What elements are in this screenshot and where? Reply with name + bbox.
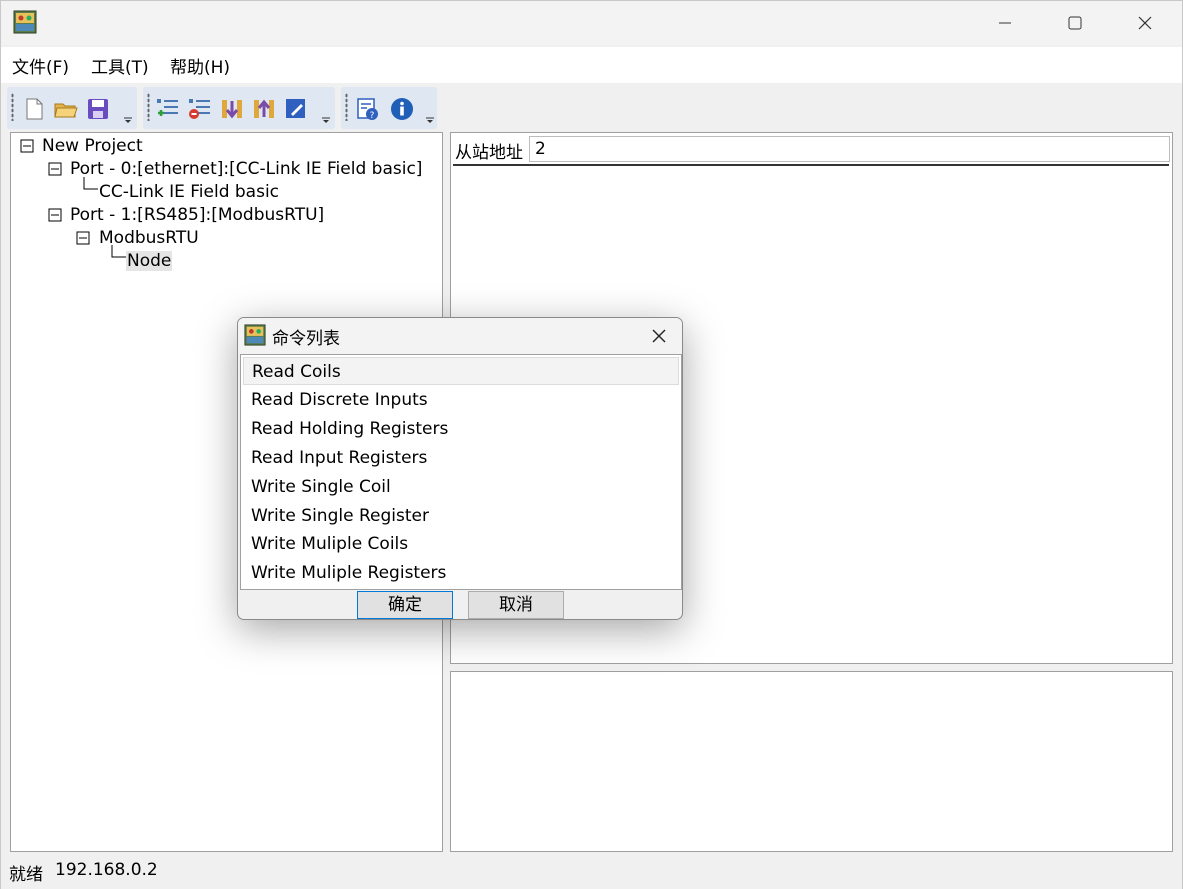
toolbar-grip[interactable] [11,93,14,121]
menu-bar: 文件(F) 工具(T) 帮助(H) [1,47,1182,83]
menu-help[interactable]: 帮助(H) [170,53,230,78]
close-icon [652,329,666,343]
tree-item-label: New Project [42,136,143,156]
slave-address-input[interactable]: 2 [529,136,1170,162]
list-item[interactable]: Read Holding Registers [243,415,679,443]
tree-item-label: Port - 0:[ethernet]:[CC-Link IE Field ba… [70,159,423,179]
upload-icon[interactable] [251,96,277,122]
tree-item-port0[interactable]: Port - 0:[ethernet]:[CC-Link IE Field ba… [70,158,422,180]
svg-text:?: ? [370,111,375,121]
tree-connector [111,245,126,258]
toolbar-group-file [7,87,137,129]
list-item[interactable]: Read Coils [243,357,679,385]
command-list[interactable]: Read Coils Read Discrete Inputs Read Hol… [240,354,682,590]
minimize-button[interactable] [976,1,1034,45]
dialog-title-bar[interactable]: 命令列表 [238,318,682,354]
open-folder-icon[interactable] [53,96,79,122]
command-list-dialog: 命令列表 Read Coils Read Discrete Inputs Rea… [237,317,683,620]
download-icon[interactable] [219,96,245,122]
tree-item-label: CC-Link IE Field basic [99,182,280,202]
dialog-title: 命令列表 [272,329,340,349]
save-icon[interactable] [85,96,111,122]
list-item[interactable]: Read Discrete Inputs [243,386,679,414]
info-icon[interactable] [389,96,415,122]
tree-item-port1[interactable]: Port - 1:[RS485]:[ModbusRTU] [70,204,324,226]
dialog-close-button[interactable] [643,323,675,349]
close-window-button[interactable] [1116,1,1174,45]
collapse-icon[interactable] [48,208,62,222]
menu-tools[interactable]: 工具(T) [91,53,149,78]
divider [453,164,1169,166]
close-icon [1138,16,1152,30]
delete-node-icon[interactable] [187,96,213,122]
menu-file[interactable]: 文件(F) [12,53,69,78]
add-port-icon[interactable] [155,96,181,122]
status-state: 就绪 [9,865,43,885]
ok-button[interactable]: 确定 [357,591,453,619]
main-window: 文件(F) 工具(T) 帮助(H) ? New Project Port - 0… [0,0,1183,889]
list-item[interactable]: Write Single Coil [243,473,679,501]
tree-item-label: Node [126,251,173,271]
toolbar-grip[interactable] [147,93,150,121]
chevron-down-icon[interactable] [321,117,331,123]
list-item[interactable]: Read Input Registers [243,444,679,472]
status-ip: 192.168.0.2 [55,860,158,880]
maximize-button[interactable] [1046,1,1104,45]
maximize-icon [1068,16,1082,30]
toolbar-group-help: ? [341,87,437,129]
cancel-button[interactable]: 取消 [468,591,564,619]
tree-item-root[interactable]: New Project [42,135,143,157]
chevron-down-icon[interactable] [425,117,435,123]
tree-item-node[interactable]: Node [126,250,173,272]
minimize-icon [999,22,1011,24]
tree-connector [83,177,98,190]
list-item[interactable]: Write Muliple Coils [243,530,679,558]
collapse-icon[interactable] [20,139,34,153]
app-logo-icon [13,10,37,34]
collapse-icon[interactable] [76,231,90,245]
new-file-icon[interactable] [21,96,47,122]
toolbar-grip[interactable] [345,93,348,121]
help-document-icon[interactable]: ? [355,96,381,122]
toolbar-group-edit [143,87,335,129]
slave-address-label: 从站地址 [455,143,523,163]
collapse-icon[interactable] [48,162,62,176]
output-panel [450,671,1173,852]
tree-item-cclink[interactable]: CC-Link IE Field basic [99,181,279,203]
toolbar: ? [1,85,1182,131]
tree-item-label: Port - 1:[RS485]:[ModbusRTU] [70,205,325,225]
status-bar: 就绪 192.168.0.2 [1,853,1182,889]
chevron-down-icon[interactable] [123,117,133,123]
list-item[interactable]: Write Muliple Registers [243,559,679,587]
title-bar [1,1,1182,45]
list-item[interactable]: Write Single Register [243,502,679,530]
app-logo-icon [244,324,266,346]
edit-icon[interactable] [283,96,309,122]
